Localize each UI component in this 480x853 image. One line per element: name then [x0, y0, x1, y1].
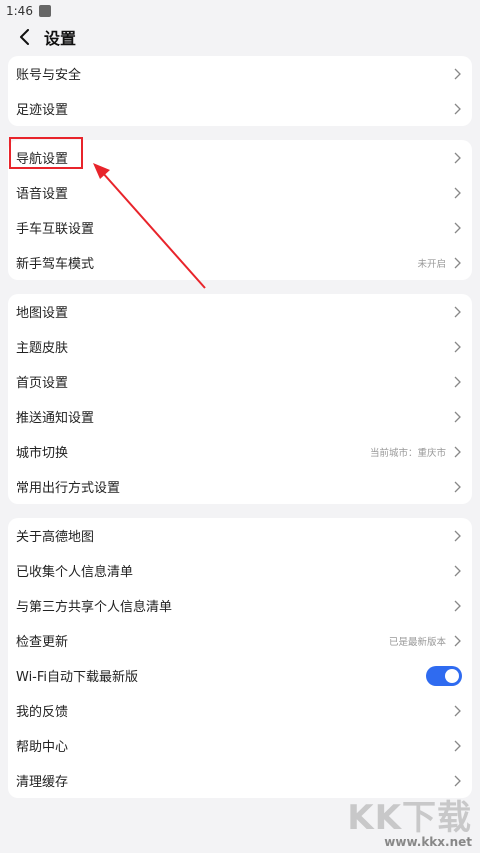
chevron-right-icon	[452, 564, 462, 578]
settings-item-feedback[interactable]: 我的反馈	[8, 693, 472, 728]
settings-item-city[interactable]: 城市切换 当前城市：重庆市	[8, 434, 472, 469]
settings-item-label: 首页设置	[16, 376, 69, 391]
chevron-right-icon	[452, 340, 462, 354]
chevron-right-icon	[452, 102, 462, 116]
chevron-right-icon	[452, 480, 462, 494]
settings-item-homepage[interactable]: 首页设置	[8, 364, 472, 399]
settings-item-shared-info[interactable]: 与第三方共享个人信息清单	[8, 588, 472, 623]
watermark: KK下载 www.kkx.net	[347, 790, 472, 849]
settings-item-label: 语音设置	[16, 187, 69, 202]
status-bar: 1:46	[0, 0, 480, 22]
settings-item-novice-mode[interactable]: 新手驾车模式 未开启	[8, 245, 472, 280]
settings-group-account: 账号与安全 足迹设置	[8, 56, 472, 126]
status-time: 1:46	[6, 4, 33, 18]
settings-item-label: 清理缓存	[16, 775, 69, 790]
settings-item-label: 帮助中心	[16, 740, 69, 755]
settings-item-label: 常用出行方式设置	[16, 481, 121, 496]
annotation-highlight-box	[9, 137, 83, 169]
settings-item-map[interactable]: 地图设置	[8, 294, 472, 329]
settings-item-wifi-download: Wi-Fi自动下载最新版	[8, 658, 472, 693]
wifi-download-toggle[interactable]	[426, 665, 462, 686]
settings-item-theme[interactable]: 主题皮肤	[8, 329, 472, 364]
chevron-right-icon	[452, 151, 462, 165]
chevron-right-icon	[452, 739, 462, 753]
chevron-right-icon	[452, 375, 462, 389]
chevron-right-icon	[452, 256, 462, 270]
settings-item-account-security[interactable]: 账号与安全	[8, 56, 472, 91]
settings-item-label: 地图设置	[16, 306, 69, 321]
settings-item-label: Wi-Fi自动下载最新版	[16, 670, 139, 685]
watermark-logo: KK下载	[347, 798, 472, 838]
settings-item-value: 未开启	[417, 258, 446, 270]
chevron-right-icon	[452, 186, 462, 200]
settings-item-label: 新手驾车模式	[16, 257, 95, 272]
settings-item-label: 与第三方共享个人信息清单	[16, 600, 173, 615]
chevron-right-icon	[452, 634, 462, 648]
settings-item-check-update[interactable]: 检查更新 已是最新版本	[8, 623, 472, 658]
chevron-right-icon	[452, 221, 462, 235]
settings-item-label: 手车互联设置	[16, 222, 95, 237]
settings-item-label: 足迹设置	[16, 103, 69, 118]
settings-item-label: 我的反馈	[16, 705, 69, 720]
settings-group-map: 地图设置 主题皮肤 首页设置 推送通知设置 城市切换 当前城市：重庆市 常用出行…	[8, 294, 472, 504]
settings-item-label: 关于高德地图	[16, 530, 95, 545]
settings-item-phone-car[interactable]: 手车互联设置	[8, 210, 472, 245]
settings-item-label: 推送通知设置	[16, 411, 95, 426]
settings-item-push[interactable]: 推送通知设置	[8, 399, 472, 434]
notification-icon	[38, 5, 51, 17]
settings-item-help[interactable]: 帮助中心	[8, 728, 472, 763]
settings-item-value: 当前城市：重庆市	[369, 447, 446, 459]
page-title: 设置	[44, 29, 77, 48]
settings-item-label: 城市切换	[16, 446, 69, 461]
settings-group-about: 关于高德地图 已收集个人信息清单 与第三方共享个人信息清单 检查更新 已是最新版…	[8, 518, 472, 798]
settings-item-footprint[interactable]: 足迹设置	[8, 91, 472, 126]
chevron-right-icon	[452, 445, 462, 459]
header: 设置	[0, 22, 480, 52]
chevron-right-icon	[452, 410, 462, 424]
chevron-right-icon	[452, 305, 462, 319]
back-arrow-icon[interactable]	[14, 26, 36, 48]
settings-item-voice[interactable]: 语音设置	[8, 175, 472, 210]
settings-item-travel-mode[interactable]: 常用出行方式设置	[8, 469, 472, 504]
settings-item-collected-info[interactable]: 已收集个人信息清单	[8, 553, 472, 588]
settings-item-value: 已是最新版本	[388, 636, 446, 648]
chevron-right-icon	[452, 529, 462, 543]
settings-item-label: 检查更新	[16, 635, 69, 650]
settings-item-label: 主题皮肤	[16, 341, 69, 356]
settings-item-about[interactable]: 关于高德地图	[8, 518, 472, 553]
chevron-right-icon	[452, 704, 462, 718]
chevron-right-icon	[452, 599, 462, 613]
chevron-right-icon	[452, 774, 462, 788]
settings-item-label: 账号与安全	[16, 68, 82, 83]
chevron-right-icon	[452, 67, 462, 81]
settings-item-label: 已收集个人信息清单	[16, 565, 134, 580]
toggle-knob	[445, 668, 459, 683]
